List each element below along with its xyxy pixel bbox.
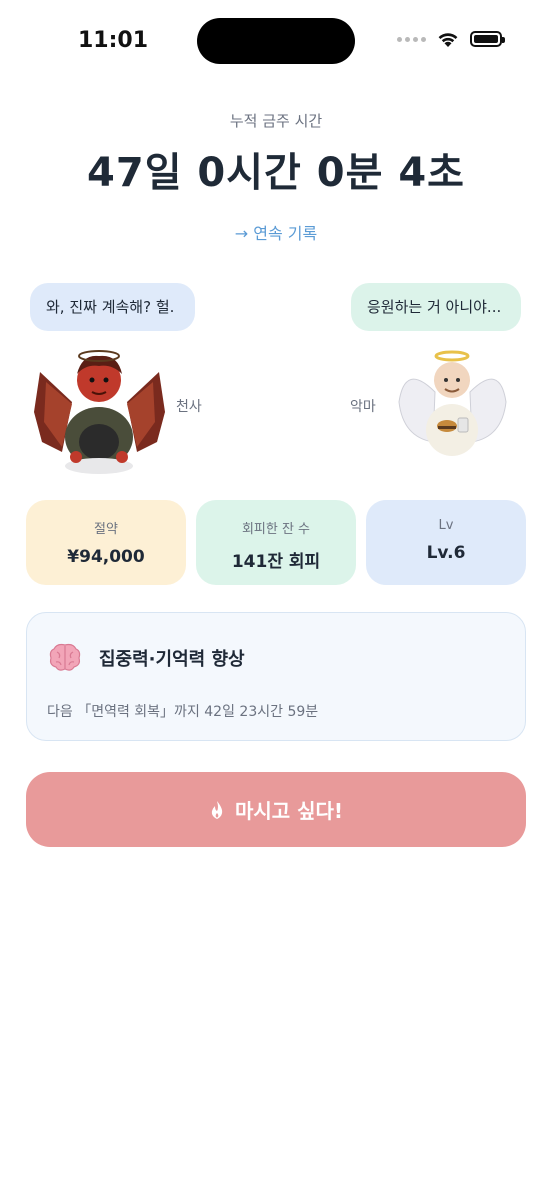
stat-title: 절약 [94,522,118,537]
stat-value: ¥94,000 [67,547,145,567]
want-to-drink-button[interactable]: 마시고 싶다! [26,772,526,847]
stat-value: 141잔 회피 [231,552,321,572]
angel-character-icon[interactable] [395,342,510,462]
left-character-label: 천사 [176,399,202,415]
right-speech-bubble: 응원하는 거 아니야... [351,283,521,331]
stat-title: Lv [438,518,454,533]
status-bar: 11:01 [0,0,552,80]
streak-record-link[interactable]: → 연속 기록 [0,220,552,244]
benefit-card[interactable]: 집중력·기억력 향상 다음 「면역력 회복」까지 42일 23시간 59분 [26,612,526,741]
wifi-icon [438,33,458,47]
stat-card-savings: 절약 ¥94,000 [26,500,186,585]
want-to-drink-label: 마시고 싶다! [234,799,344,823]
brain-icon [49,643,81,671]
signal-icon [397,36,426,42]
battery-icon [470,31,505,47]
stat-card-level: Lv Lv.6 [366,500,526,585]
status-time: 11:01 [78,28,149,53]
stat-title: 회피한 잔 수 [241,522,311,537]
status-icons [397,30,505,48]
benefit-title: 집중력·기억력 향상 [99,649,245,670]
counter-subtitle: 누적 금주 시간 [229,112,323,130]
left-speech-bubble: 와, 진짜 계속해? 헐. [30,283,195,331]
sobriety-counter: 47일 0시간 0분 4초 [87,150,465,196]
stat-value: Lv.6 [426,543,466,563]
stat-card-avoided-drinks: 회피한 잔 수 141잔 회피 [196,500,356,585]
devil-character-icon[interactable] [32,342,167,478]
dynamic-island [197,18,355,64]
flame-icon [211,800,223,819]
right-character-label: 악마 [350,399,376,415]
next-benefit-countdown: 다음 「면역력 회복」까지 42일 23시간 59분 [47,704,319,720]
